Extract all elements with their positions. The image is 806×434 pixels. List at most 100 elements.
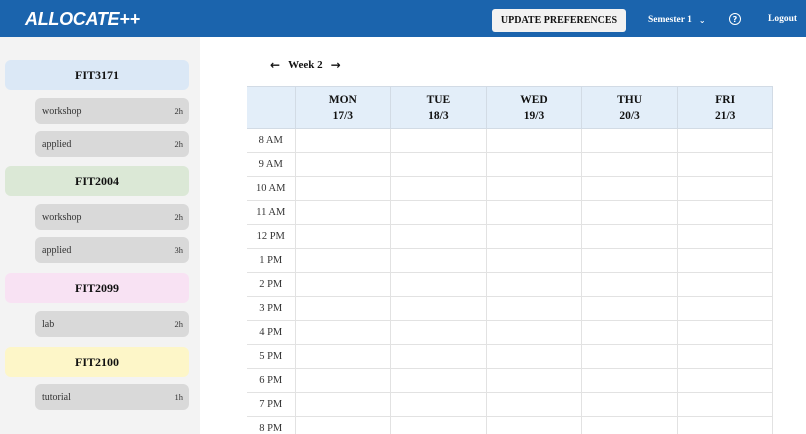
class-item[interactable]: applied 3h [35,237,189,263]
timeslot-cell[interactable] [294,296,392,321]
timeslot-cell[interactable] [581,176,678,201]
timetable: MON 17/3 TUE 18/3 WED 19/3 THU 20/3 FRI 21/3 8 AM… [247,86,773,434]
timeslot-cell[interactable] [485,392,583,417]
timeslot-cell[interactable] [294,152,392,177]
timeslot-cell[interactable] [485,296,583,321]
unit-header-fit2004[interactable]: FIT2004 [5,166,189,196]
class-name: workshop [42,105,82,117]
timeslot-cell[interactable] [676,152,773,177]
timeslot-cell[interactable] [581,392,678,417]
timeslot-cell[interactable] [390,248,487,273]
timeslot-cell[interactable] [581,248,678,273]
timeslot-cell[interactable] [676,392,773,417]
timeslot-cell[interactable] [390,224,487,249]
timeslot-cell[interactable] [676,128,773,153]
help-icon[interactable]: ? [729,13,741,25]
timetable-grid: MON 17/3 TUE 18/3 WED 19/3 THU 20/3 FRI 21/3 8 AM… [247,86,773,434]
time-row: 12 PM [247,224,773,249]
timeslot-cell[interactable] [390,272,487,297]
class-item[interactable]: applied 2h [35,131,189,157]
timeslot-cell[interactable] [485,128,583,153]
class-name: applied [42,138,72,150]
timeslot-cell[interactable] [581,224,678,249]
sidebar: FIT3171 workshop 2h applied 2h FIT2004 w… [0,37,200,434]
timeslot-cell[interactable] [390,344,487,369]
timeslot-cell[interactable] [485,416,583,434]
timeslot-cell[interactable] [676,176,773,201]
day-header-fri: FRI 21/3 [676,86,773,129]
timeslot-cell[interactable] [294,200,392,225]
timeslot-cell[interactable] [390,152,487,177]
timeslot-cell[interactable] [676,248,773,273]
time-label: 2 PM [247,272,296,297]
arrow-left-icon[interactable]: ← [270,58,280,72]
app-logo[interactable]: ALLOCATE++ [25,9,140,30]
arrow-right-icon[interactable]: → [331,58,341,72]
class-duration: 2h [174,106,184,116]
class-item[interactable]: workshop 2h [35,204,189,230]
class-item[interactable]: tutorial 1h [35,384,189,410]
timeslot-cell[interactable] [485,200,583,225]
timeslot-cell[interactable] [294,320,392,345]
timeslot-cell[interactable] [485,176,583,201]
timeslot-cell[interactable] [676,296,773,321]
class-item[interactable]: lab 2h [35,311,189,337]
timeslot-cell[interactable] [676,224,773,249]
timeslot-cell[interactable] [581,296,678,321]
timeslot-cell[interactable] [294,248,392,273]
timeslot-cell[interactable] [485,152,583,177]
timeslot-cell[interactable] [485,344,583,369]
semester-dropdown[interactable]: Semester 1 ⌄ [648,13,706,27]
timeslot-cell[interactable] [485,368,583,393]
unit-header-fit3171[interactable]: FIT3171 [5,60,189,90]
timeslot-cell[interactable] [390,296,487,321]
timeslot-cell[interactable] [581,344,678,369]
timeslot-cell[interactable] [676,272,773,297]
day-date: 17/3 [332,109,354,122]
timeslot-cell[interactable] [485,248,583,273]
timeslot-cell[interactable] [294,368,392,393]
timeslot-cell[interactable] [485,272,583,297]
timeslot-cell[interactable] [676,200,773,225]
timeslot-cell[interactable] [581,272,678,297]
time-row: 8 PM [247,416,773,434]
timeslot-cell[interactable] [294,392,392,417]
timeslot-cell[interactable] [676,368,773,393]
class-name: lab [42,318,55,330]
timeslot-cell[interactable] [390,416,487,434]
class-duration: 1h [174,392,184,402]
timeslot-cell[interactable] [676,344,773,369]
timeslot-cell[interactable] [485,320,583,345]
timeslot-cell[interactable] [294,128,392,153]
unit-header-fit2099[interactable]: FIT2099 [5,273,189,303]
timeslot-cell[interactable] [390,320,487,345]
timeslot-cell[interactable] [390,176,487,201]
week-label: Week 2 [288,59,323,71]
timeslot-cell[interactable] [581,320,678,345]
timeslot-cell[interactable] [581,416,678,434]
semester-label: Semester 1 [648,15,692,25]
timeslot-cell[interactable] [294,272,392,297]
time-label: 3 PM [247,296,296,321]
timeslot-cell[interactable] [676,416,773,434]
logout-button[interactable]: Logout [768,14,797,24]
timeslot-cell[interactable] [581,128,678,153]
timeslot-cell[interactable] [581,200,678,225]
unit-header-fit2100[interactable]: FIT2100 [5,347,189,377]
timeslot-cell[interactable] [390,368,487,393]
class-item[interactable]: workshop 2h [35,98,189,124]
timeslot-cell[interactable] [294,224,392,249]
update-preferences-button[interactable]: UPDATE PREFERENCES [492,9,626,32]
timeslot-cell[interactable] [390,128,487,153]
timeslot-cell[interactable] [676,320,773,345]
time-row: 1 PM [247,248,773,273]
timeslot-cell[interactable] [390,200,487,225]
timeslot-cell[interactable] [581,152,678,177]
timeslot-cell[interactable] [294,416,392,434]
timeslot-cell[interactable] [485,224,583,249]
time-label: 6 PM [247,368,296,393]
timeslot-cell[interactable] [294,344,392,369]
timeslot-cell[interactable] [390,392,487,417]
timeslot-cell[interactable] [581,368,678,393]
timeslot-cell[interactable] [294,176,392,201]
